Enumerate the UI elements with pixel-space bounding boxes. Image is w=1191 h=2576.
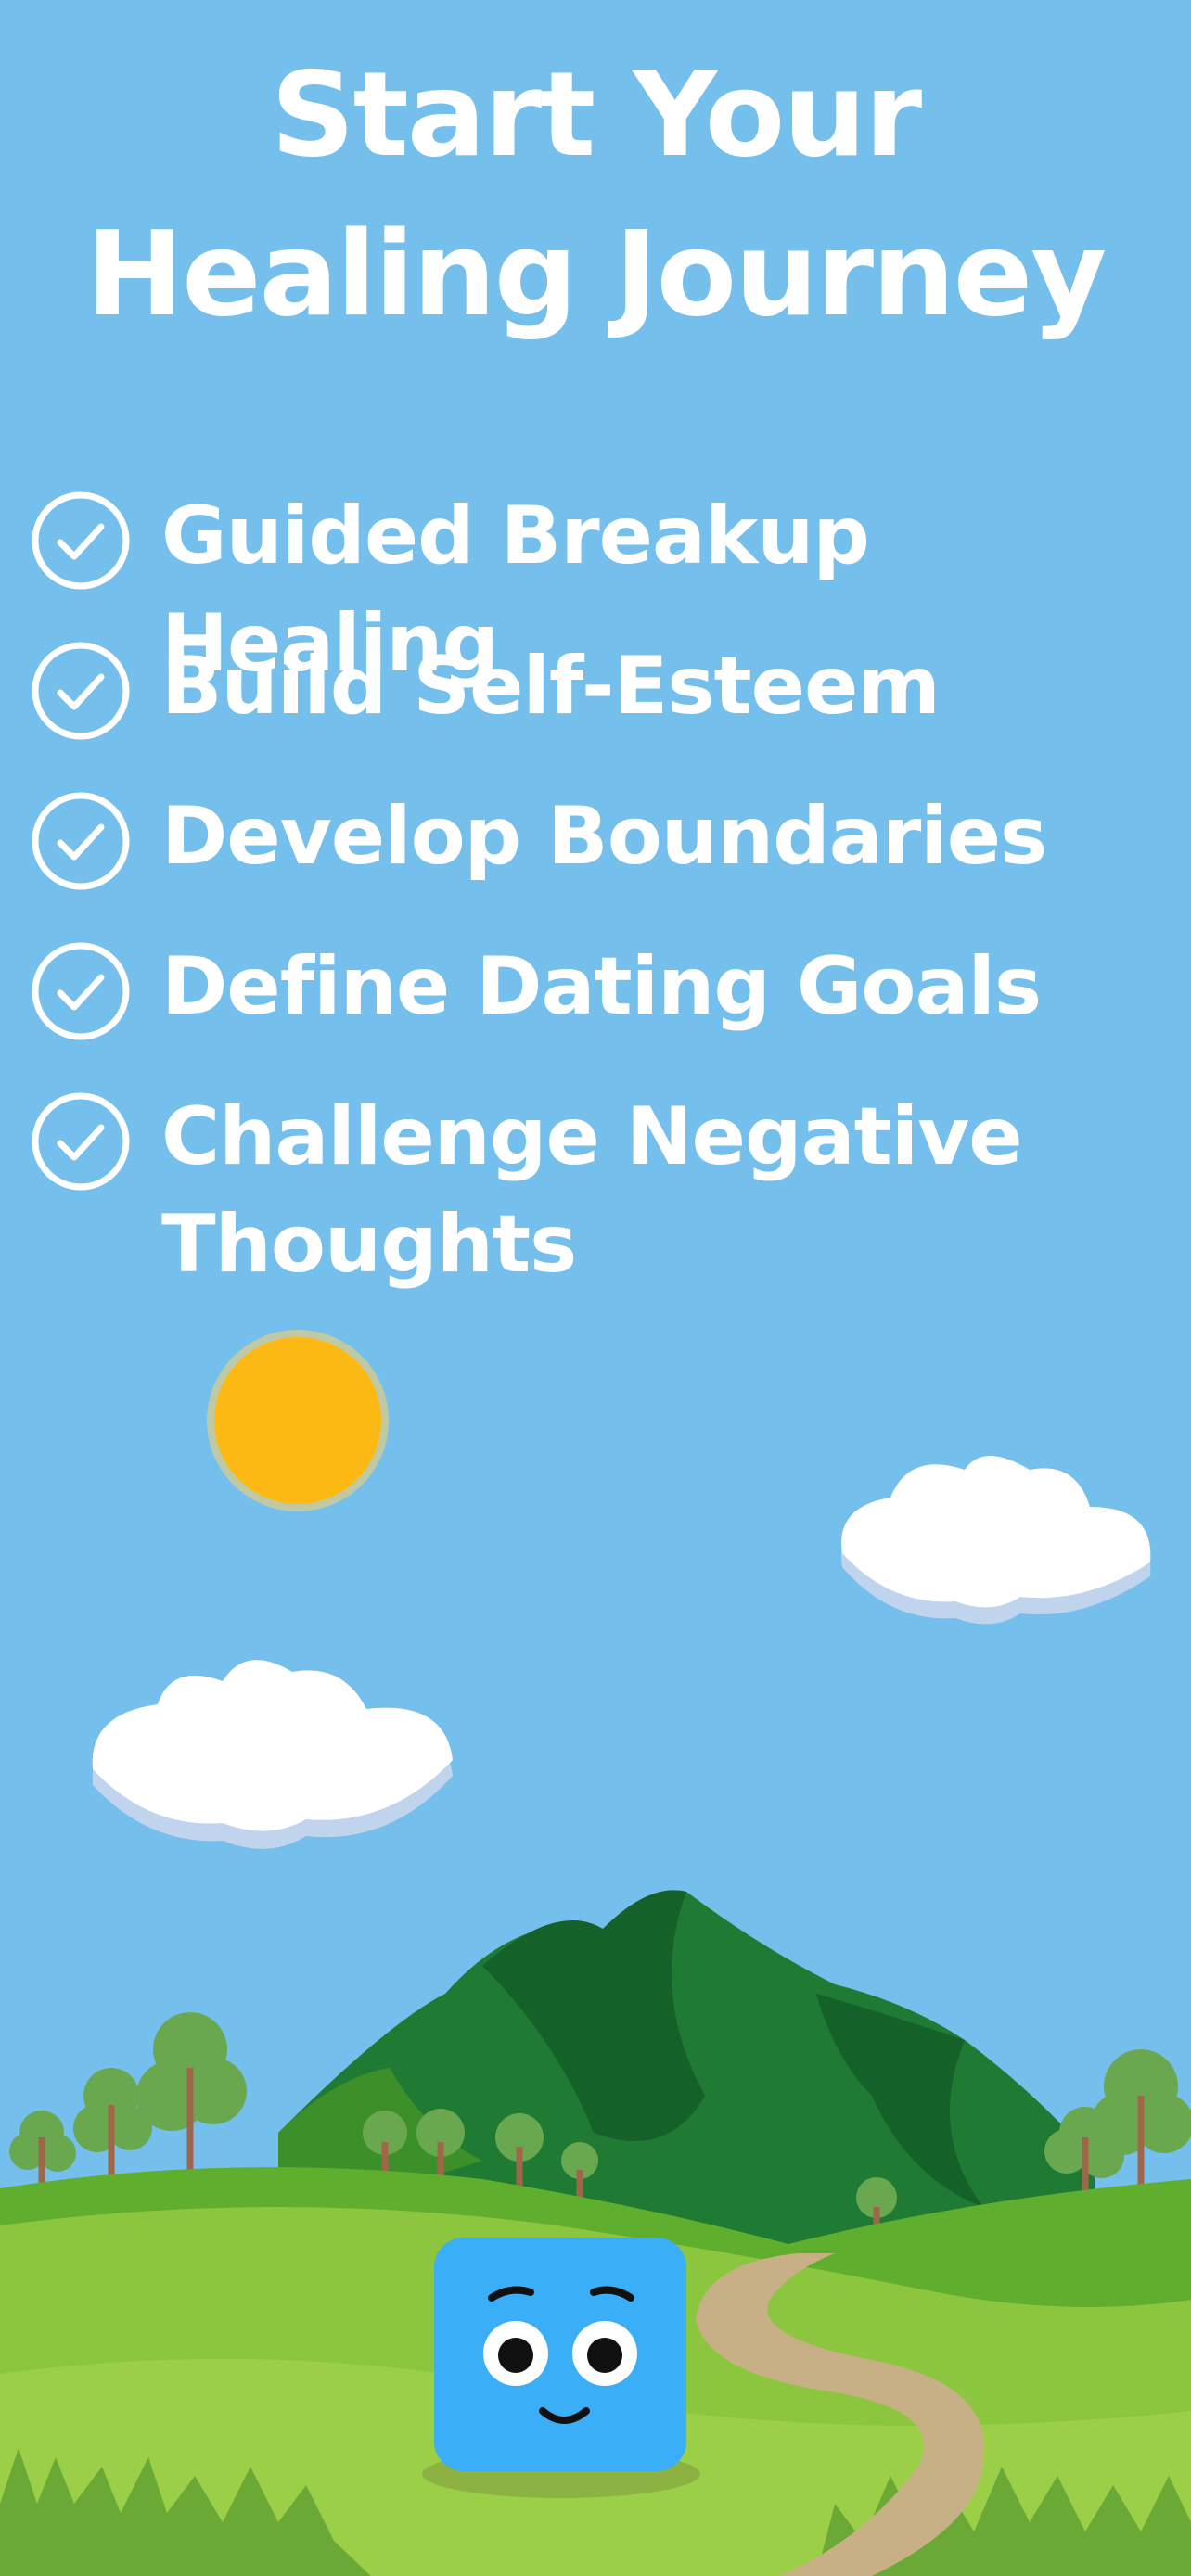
feature-item: Challenge Negative Thoughts (30, 1083, 1180, 1296)
feature-label: Define Dating Goals (161, 940, 1042, 1033)
check-circle-icon (32, 792, 130, 890)
check-circle-icon (32, 491, 130, 590)
feature-item: Develop Boundaries (30, 783, 1180, 933)
page-title: Start Your Healing Journey (0, 35, 1191, 354)
title-line-1: Start Your (270, 46, 922, 183)
feature-item: Guided Breakup Healing (30, 482, 1180, 690)
mascot-icon (422, 2238, 700, 2498)
feature-label: Develop Boundaries (161, 790, 1047, 883)
check-circle-icon (32, 1092, 130, 1191)
feature-item: Build Self-Esteem (30, 632, 1180, 783)
feature-label: Challenge Negative Thoughts (161, 1090, 1023, 1291)
check-circle-icon (32, 942, 130, 1040)
check-circle-icon (32, 642, 130, 740)
feature-label: Build Self-Esteem (161, 640, 941, 733)
title-line-2: Healing Journey (85, 206, 1108, 342)
sun-icon (207, 1330, 389, 1511)
feature-item: Define Dating Goals (30, 933, 1180, 1083)
feature-list: Guided Breakup Healing Build Self-Esteem… (30, 482, 1180, 1296)
